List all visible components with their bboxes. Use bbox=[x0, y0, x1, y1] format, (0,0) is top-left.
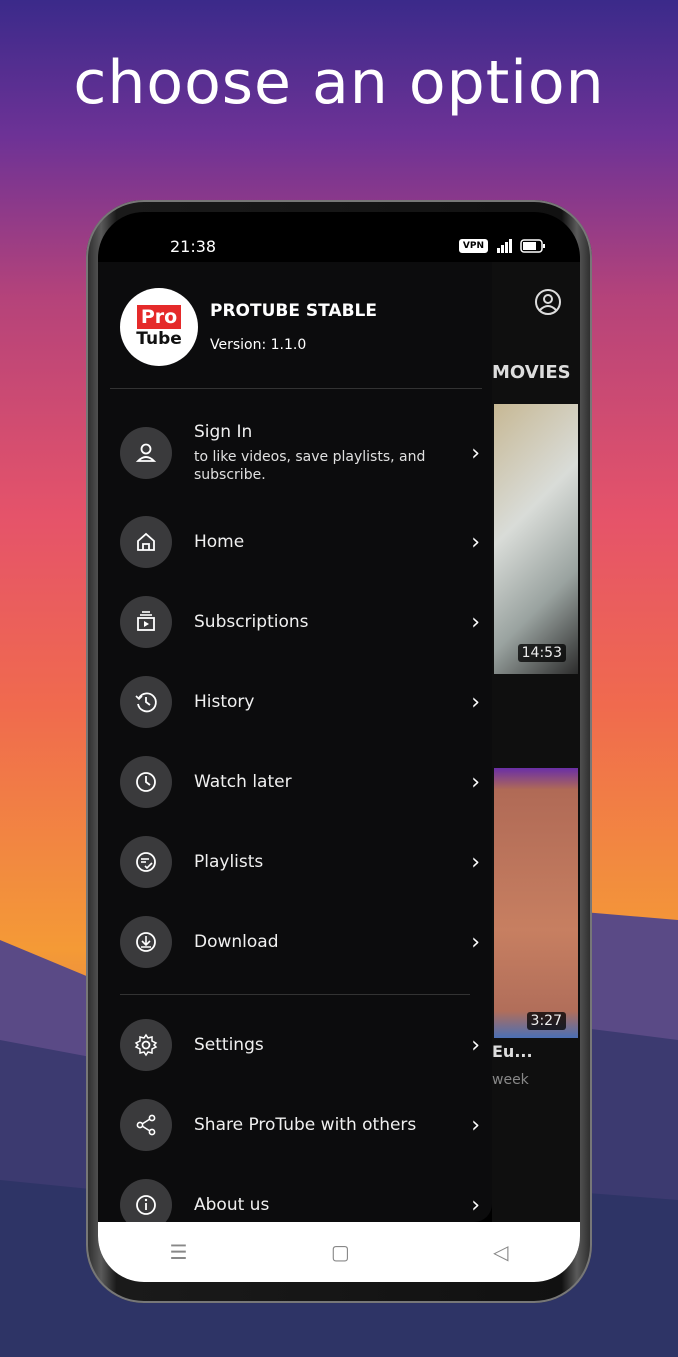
signal-icon bbox=[497, 239, 512, 253]
menu-item-label: Sign In bbox=[194, 422, 253, 442]
back-nav-icon[interactable]: ◁ bbox=[493, 1240, 508, 1264]
subscriptions-icon bbox=[120, 596, 172, 648]
app-version: Version: 1.1.0 bbox=[210, 337, 307, 353]
menu-item-label: History bbox=[194, 692, 255, 712]
battery-icon bbox=[520, 239, 545, 253]
divider bbox=[120, 994, 470, 995]
chevron-right-icon: › bbox=[471, 1192, 480, 1218]
menu-item-home[interactable]: Home › bbox=[120, 516, 480, 568]
history-icon bbox=[120, 676, 172, 728]
home-nav-icon[interactable]: ▢ bbox=[331, 1240, 350, 1264]
menu-item-watch-later[interactable]: Watch later › bbox=[120, 756, 480, 808]
logo-tube: Tube bbox=[136, 329, 182, 349]
gear-icon bbox=[120, 1019, 172, 1071]
menu-item-label: Settings bbox=[194, 1035, 264, 1055]
system-navigation-bar: ☰ ▢ ◁ bbox=[98, 1222, 580, 1282]
playlist-icon bbox=[120, 836, 172, 888]
chevron-right-icon: › bbox=[471, 769, 480, 795]
account-icon[interactable] bbox=[534, 288, 562, 316]
phone-screen: 21:38 VPN MOVIES Eu... week 14:53 3:27 P… bbox=[98, 212, 580, 1282]
video-thumbnail[interactable]: 14:53 bbox=[494, 404, 578, 674]
menu-item-label: Playlists bbox=[194, 852, 264, 872]
clock-icon bbox=[120, 756, 172, 808]
share-icon bbox=[120, 1099, 172, 1151]
menu-item-about[interactable]: About us › bbox=[120, 1179, 480, 1222]
video-duration: 3:27 bbox=[526, 1012, 566, 1030]
chevron-right-icon: › bbox=[471, 529, 480, 555]
navigation-drawer: Pro Tube PROTUBE STABLE Version: 1.1.0 S… bbox=[98, 262, 492, 1222]
menu-item-subscriptions[interactable]: Subscriptions › bbox=[120, 596, 480, 648]
app-name: PROTUBE STABLE bbox=[210, 301, 377, 321]
menu-item-sublabel: to like videos, save playlists, and subs… bbox=[194, 449, 426, 483]
menu-item-label: About us bbox=[194, 1195, 270, 1215]
menu-item-sign-in[interactable]: Sign In to like videos, save playlists, a… bbox=[120, 422, 480, 484]
menu-item-label: Download bbox=[194, 932, 279, 952]
app-logo: Pro Tube bbox=[120, 288, 198, 366]
menu-item-label: Subscriptions bbox=[194, 612, 309, 632]
vpn-badge: VPN bbox=[458, 239, 488, 253]
person-icon bbox=[120, 427, 172, 479]
divider bbox=[110, 388, 482, 389]
chevron-right-icon: › bbox=[471, 929, 480, 955]
menu-item-label: Share ProTube with others bbox=[194, 1115, 417, 1135]
status-time: 21:38 bbox=[170, 236, 217, 256]
info-icon bbox=[120, 1179, 172, 1222]
chevron-right-icon: › bbox=[471, 609, 480, 635]
drawer-header: Pro Tube PROTUBE STABLE Version: 1.1.0 bbox=[120, 288, 377, 366]
menu-item-history[interactable]: History › bbox=[120, 676, 480, 728]
chevron-right-icon: › bbox=[471, 849, 480, 875]
menu-item-playlists[interactable]: Playlists › bbox=[120, 836, 480, 888]
video-thumbnail[interactable]: 3:27 bbox=[494, 768, 578, 1038]
logo-pro: Pro bbox=[136, 305, 182, 329]
video-title-fragment: Eu... bbox=[492, 1042, 533, 1061]
menu-nav-icon[interactable]: ☰ bbox=[170, 1240, 188, 1264]
status-bar: 21:38 VPN bbox=[170, 234, 546, 258]
video-duration: 14:53 bbox=[517, 644, 566, 662]
headline: choose an option bbox=[73, 48, 605, 118]
movies-tab[interactable]: MOVIES bbox=[492, 362, 571, 383]
download-icon bbox=[120, 916, 172, 968]
menu-item-download[interactable]: Download › bbox=[120, 916, 480, 968]
video-meta-fragment: week bbox=[492, 1072, 529, 1088]
menu-item-label: Watch later bbox=[194, 772, 292, 792]
home-icon bbox=[120, 516, 172, 568]
menu-item-share[interactable]: Share ProTube with others › bbox=[120, 1099, 480, 1151]
menu-item-label: Home bbox=[194, 532, 245, 552]
menu-item-settings[interactable]: Settings › bbox=[120, 1019, 480, 1071]
chevron-right-icon: › bbox=[471, 1032, 480, 1058]
chevron-right-icon: › bbox=[471, 440, 480, 466]
chevron-right-icon: › bbox=[471, 689, 480, 715]
chevron-right-icon: › bbox=[471, 1112, 480, 1138]
